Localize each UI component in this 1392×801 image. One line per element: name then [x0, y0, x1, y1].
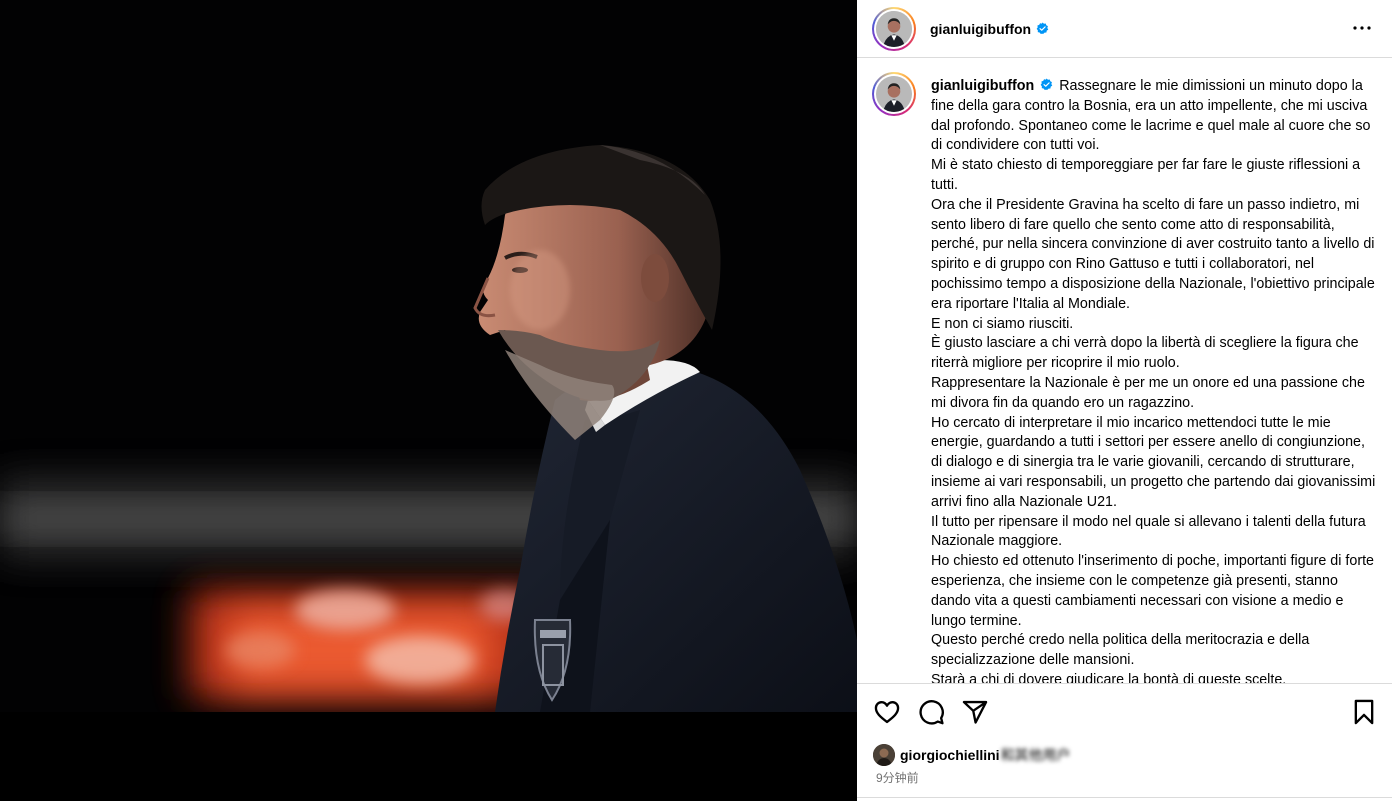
- like-button[interactable]: [873, 698, 901, 726]
- caption-paragraph: Ora che il Presidente Gravina ha scelto …: [931, 196, 1375, 312]
- liker-avatar-image: [873, 744, 895, 766]
- verified-badge-icon: [1040, 78, 1053, 90]
- author-username[interactable]: gianluigibuffon: [930, 21, 1049, 37]
- caption-paragraph: È giusto lasciare a chi verrà dopo la li…: [931, 335, 1359, 372]
- divider: [857, 797, 1392, 798]
- save-button[interactable]: [1350, 698, 1378, 726]
- post-header: gianluigibuffon: [857, 0, 1392, 58]
- post-timestamp[interactable]: 9分钟前: [876, 769, 919, 786]
- share-icon: [962, 700, 988, 724]
- caption-paragraph: Ho chiesto ed ottenuto l'inserimento di …: [931, 553, 1375, 629]
- caption-paragraph: Mi è stato chiesto di temporeggiare per …: [931, 157, 1361, 193]
- post-caption: gianluigibuffon Rassegnare le mie dimiss…: [931, 77, 1377, 683]
- share-button[interactable]: [961, 698, 989, 726]
- bookmark-icon: [1354, 699, 1374, 725]
- comment-button[interactable]: [917, 698, 945, 726]
- avatar-image: [876, 10, 912, 47]
- avatar-image: [876, 76, 912, 112]
- caption-paragraph: Rappresentare la Nazionale è per me un o…: [931, 374, 1365, 411]
- more-icon[interactable]: [1350, 16, 1374, 40]
- caption-paragraph: Starà a chi di dovere giudicare la bontà…: [931, 671, 1287, 683]
- comment-icon: [919, 700, 944, 725]
- liker-avatar[interactable]: [873, 744, 895, 766]
- post-photo: [0, 0, 857, 712]
- post-media[interactable]: [0, 0, 857, 801]
- liked-by-others[interactable]: 和其他用户: [1001, 745, 1071, 765]
- caption-paragraph: E non ci siamo riusciti.: [931, 315, 1074, 332]
- caption-paragraph: Questo perché credo nella politica della…: [931, 632, 1310, 669]
- likes-summary: giorgiochiellini 和其他用户: [873, 744, 1071, 766]
- caption-paragraph: Ho cercato di interpretare il mio incari…: [931, 414, 1376, 510]
- verified-badge-icon: [1036, 22, 1049, 34]
- username-text[interactable]: gianluigibuffon: [930, 21, 1031, 37]
- caption-author-avatar[interactable]: [872, 72, 916, 116]
- instagram-post-modal: gianluigibuffon gianluigibuffon Rassegna…: [0, 0, 1392, 801]
- caption-paragraph: Il tutto per ripensare il modo nel quale…: [931, 513, 1366, 550]
- heart-icon: [874, 701, 900, 724]
- action-bar: [857, 690, 1392, 734]
- author-avatar[interactable]: [872, 6, 916, 51]
- caption-scroll-area[interactable]: gianluigibuffon Rassegnare le mie dimiss…: [857, 59, 1392, 683]
- caption-username[interactable]: gianluigibuffon: [931, 78, 1034, 94]
- post-side-panel: gianluigibuffon gianluigibuffon Rassegna…: [857, 0, 1392, 801]
- divider: [857, 683, 1392, 684]
- liker-username[interactable]: giorgiochiellini: [900, 747, 1000, 763]
